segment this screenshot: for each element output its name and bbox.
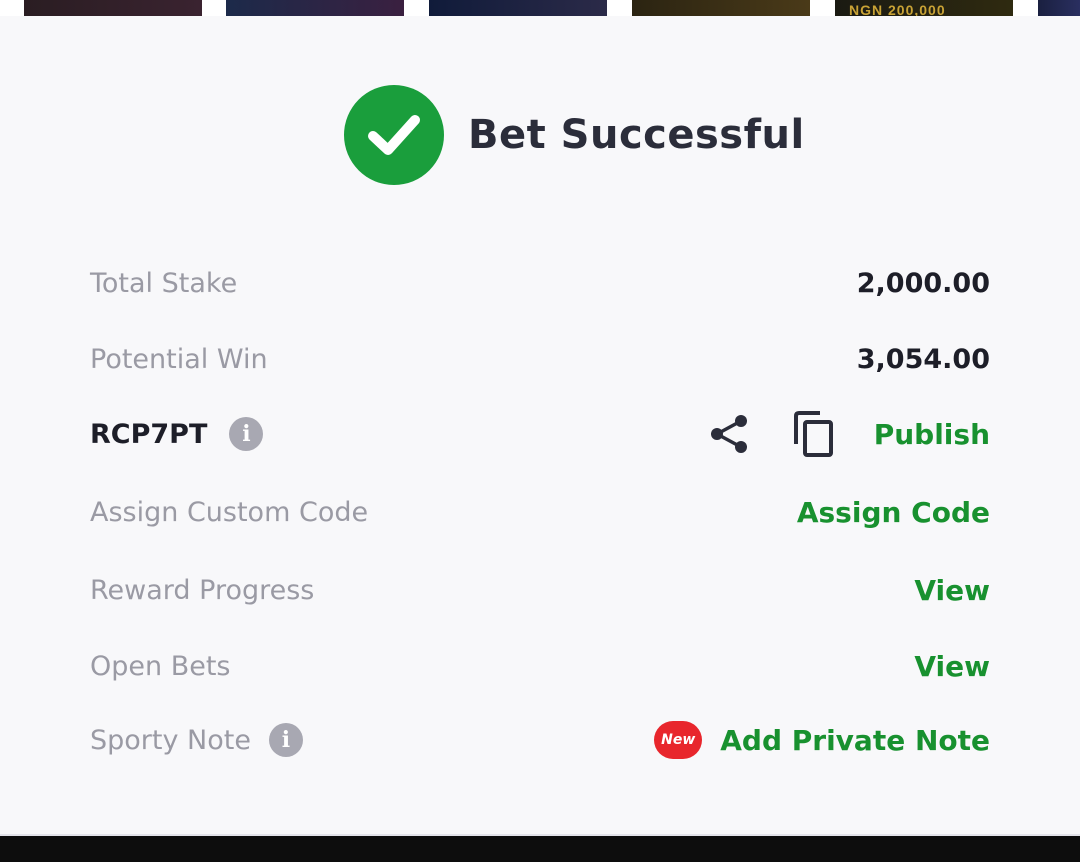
page-title: Bet Successful [468, 112, 805, 158]
sporty-note-row: Sporty Note i New Add Private Note [90, 720, 990, 760]
success-header: Bet Successful [344, 84, 805, 186]
booking-code: RCP7PT [90, 418, 208, 450]
info-icon[interactable]: i [268, 723, 303, 757]
copy-icon[interactable] [792, 410, 836, 458]
info-icon[interactable]: i [229, 417, 264, 451]
promo-thumbnail[interactable] [429, 0, 607, 16]
bet-success-panel: Bet Successful Total Stake 2,000.00 Pote… [0, 16, 1080, 836]
assign-code-button[interactable]: Assign Code [797, 496, 990, 529]
custom-code-row: Assign Custom Code Assign Code [90, 492, 990, 532]
new-badge: New [654, 721, 703, 759]
open-bets-view-button[interactable]: View [914, 650, 990, 683]
total-stake-row: Total Stake 2,000.00 [90, 263, 990, 303]
promo-thumbnail[interactable] [24, 0, 202, 16]
potential-win-label: Potential Win [90, 343, 268, 375]
promo-thumbnail[interactable] [1038, 0, 1080, 16]
booking-code-row: RCP7PT i Publish [90, 411, 990, 457]
sporty-note-label: Sporty Note [90, 724, 251, 756]
share-icon[interactable] [708, 412, 752, 456]
total-stake-label: Total Stake [90, 267, 238, 299]
total-stake-value: 2,000.00 [856, 267, 990, 299]
reward-progress-row: Reward Progress View [90, 570, 990, 610]
custom-code-label: Assign Custom Code [90, 496, 369, 528]
reward-view-button[interactable]: View [914, 574, 990, 607]
promo-thumbnail[interactable] [226, 0, 404, 16]
promo-thumbnail[interactable]: NGN 200,000 [835, 0, 1013, 18]
check-icon [344, 85, 444, 185]
open-bets-row: Open Bets View [90, 646, 990, 686]
add-private-note-button[interactable]: Add Private Note [720, 724, 990, 757]
promo-banner-strip: NGN 200,000 [0, 0, 1080, 18]
promo-thumbnail[interactable] [632, 0, 810, 16]
publish-button[interactable]: Publish [874, 418, 990, 451]
open-bets-label: Open Bets [90, 650, 231, 682]
bottom-bar [0, 836, 1080, 862]
potential-win-value: 3,054.00 [856, 343, 990, 375]
potential-win-row: Potential Win 3,054.00 [90, 339, 990, 379]
reward-progress-label: Reward Progress [90, 574, 315, 606]
